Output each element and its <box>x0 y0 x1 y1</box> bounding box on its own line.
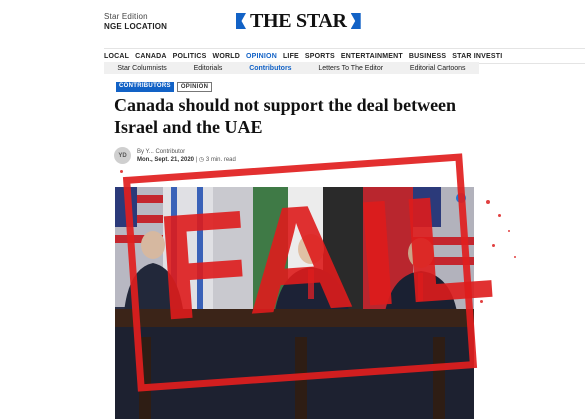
ink-splatter <box>498 214 501 217</box>
subnav-item-star-columnists[interactable]: Star Columnists <box>117 65 166 72</box>
author-avatar[interactable]: YD <box>114 147 131 164</box>
article-headline: Canada should not support the deal betwe… <box>114 95 457 137</box>
subnav-item-cartoons[interactable]: Editorial Cartoons <box>410 65 466 72</box>
nav-item-local[interactable]: LOCAL <box>104 53 129 60</box>
nav-item-politics[interactable]: POLITICS <box>173 53 207 60</box>
logo-text: THE STAR <box>250 9 347 32</box>
screenshot-page: Star Edition NGE LOCATION THE STAR LOCAL… <box>0 0 585 419</box>
nav-item-canada[interactable]: CANADA <box>135 53 167 60</box>
nav-item-life[interactable]: LIFE <box>283 53 299 60</box>
ink-splatter <box>486 200 490 204</box>
article-byline: YD By Y... Contributor Mon., Sept. 21, 2… <box>114 147 236 164</box>
ink-splatter <box>508 230 510 232</box>
nav-item-entertainment[interactable]: ENTERTAINMENT <box>341 53 403 60</box>
opinion-tag[interactable]: OPINION <box>176 82 213 92</box>
subnav-item-editorials[interactable]: Editorials <box>194 65 223 72</box>
subnav-item-contributors[interactable]: Contributors <box>249 65 291 72</box>
read-time: 3 min. read <box>205 156 236 163</box>
ink-splatter <box>480 300 483 303</box>
ink-splatter <box>120 170 123 173</box>
contributors-tag[interactable]: CONTRIBUTORS <box>116 82 174 92</box>
logo-left-mark-icon <box>236 13 246 29</box>
subnav-item-letters[interactable]: Letters To The Editor <box>318 65 383 72</box>
site-logo[interactable]: THE STAR <box>236 10 361 32</box>
nav-item-sports[interactable]: SPORTS <box>305 53 335 60</box>
publish-date: Mon., Sept. 21, 2020 <box>137 156 195 163</box>
ink-splatter <box>492 244 495 247</box>
nav-item-opinion[interactable]: OPINION <box>246 53 277 60</box>
logo-right-mark-icon <box>350 13 361 29</box>
edition-location: NGE LOCATION <box>104 22 168 31</box>
fail-stamp-text: FAIL <box>151 160 504 352</box>
sub-nav: Star Columnists Editorials Contributors … <box>104 62 479 74</box>
ink-splatter <box>514 256 516 258</box>
edition-label: Star Edition <box>104 12 148 21</box>
nav-item-star-investigates[interactable]: STAR INVESTI <box>452 53 502 60</box>
author-name[interactable]: By Y... Contributor <box>137 148 236 156</box>
edition-selector[interactable]: Star Edition NGE LOCATION <box>104 12 167 32</box>
nav-item-business[interactable]: BUSINESS <box>409 53 446 60</box>
read-time-separator: | ◷ <box>195 156 206 163</box>
nav-item-world[interactable]: WORLD <box>213 53 240 60</box>
article-tags: CONTRIBUTORS OPINION <box>116 82 213 92</box>
